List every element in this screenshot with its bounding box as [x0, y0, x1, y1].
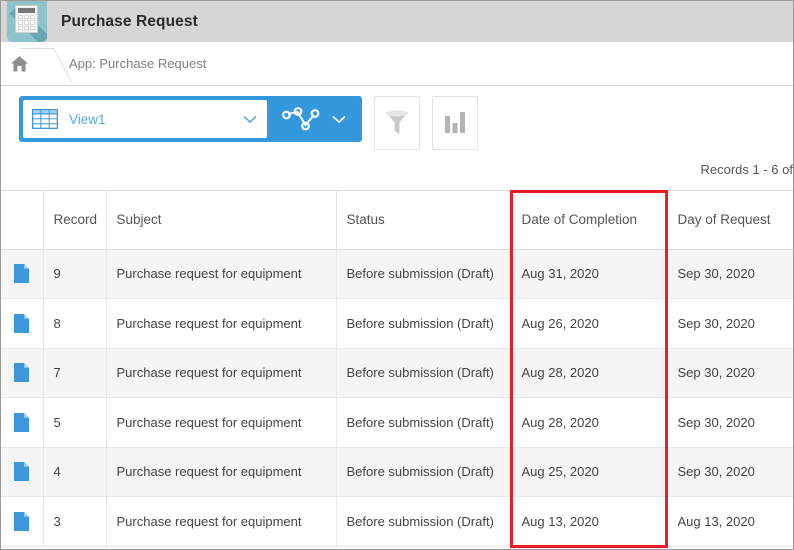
graph-view-button[interactable] — [267, 100, 358, 138]
row-document-icon-cell[interactable] — [1, 397, 44, 448]
document-icon — [14, 412, 30, 432]
cell-record: 9 — [43, 249, 107, 299]
filter-button[interactable] — [374, 96, 420, 150]
chart-button[interactable] — [432, 96, 478, 150]
cell-day-of-request: Sep 30, 2020 — [667, 298, 793, 349]
funnel-filter-icon — [386, 110, 408, 134]
cell-subject: Purchase request for equipment — [106, 298, 337, 349]
row-document-icon-cell[interactable] — [1, 348, 44, 398]
cell-subject: Purchase request for equipment — [106, 397, 337, 448]
cell-date-of-completion: Aug 31, 2020 — [511, 249, 668, 299]
app-icon — [7, 1, 51, 44]
cell-record: 3 — [43, 496, 107, 547]
records-table: Record Subject Status Date of Completion… — [1, 191, 793, 547]
cell-date-of-completion: Aug 28, 2020 — [511, 348, 668, 398]
cell-day-of-request: Sep 30, 2020 — [667, 348, 793, 398]
cell-status: Before submission (Draft) — [336, 397, 512, 448]
column-header-icon — [1, 191, 44, 250]
document-icon — [14, 511, 30, 531]
breadcrumb-path[interactable]: App: Purchase Request — [69, 56, 206, 71]
document-icon — [14, 264, 30, 284]
cell-status: Before submission (Draft) — [336, 348, 512, 398]
cell-record: 5 — [43, 397, 107, 448]
breadcrumb-separator — [37, 42, 59, 86]
cell-status: Before submission (Draft) — [336, 496, 512, 547]
calculator-icon — [15, 5, 38, 33]
records-table-wrap: Record Subject Status Date of Completion… — [1, 190, 793, 548]
bar-chart-icon — [445, 112, 465, 133]
view-select-label: View1 — [69, 111, 106, 127]
cell-date-of-completion: Aug 13, 2020 — [511, 496, 668, 547]
document-icon — [14, 462, 30, 482]
table-row[interactable]: 7 Purchase request for equipment Before su… — [1, 348, 793, 398]
node-graph-icon — [282, 106, 320, 130]
cell-day-of-request: Sep 30, 2020 — [667, 397, 793, 448]
cell-status: Before submission (Draft) — [336, 249, 512, 299]
table-header-row: Record Subject Status Date of Completion… — [1, 191, 793, 250]
title-bar: Purchase Request — [1, 1, 793, 42]
toolbar: View1 — [1, 86, 793, 152]
cell-record: 7 — [43, 348, 107, 398]
cell-subject: Purchase request for equipment — [106, 249, 337, 299]
application-window: Purchase Request App: Purchase Request V… — [0, 0, 794, 550]
row-document-icon-cell[interactable] — [1, 298, 44, 349]
cell-date-of-completion: Aug 26, 2020 — [511, 298, 668, 349]
view-select[interactable]: View1 — [23, 100, 267, 138]
table-grid-icon — [32, 109, 58, 129]
row-document-icon-cell[interactable] — [1, 496, 44, 547]
table-row[interactable]: 4 Purchase request for equipment Before su… — [1, 447, 793, 497]
cell-status: Before submission (Draft) — [336, 298, 512, 349]
table-row[interactable]: 9 Purchase request for equipment Before su… — [1, 249, 793, 299]
column-header-date-of-completion[interactable]: Date of Completion — [511, 191, 668, 250]
cell-date-of-completion: Aug 25, 2020 — [511, 447, 668, 497]
chevron-down-icon — [332, 115, 346, 123]
row-document-icon-cell[interactable] — [1, 447, 44, 497]
column-header-subject[interactable]: Subject — [106, 191, 337, 250]
cell-date-of-completion: Aug 28, 2020 — [511, 397, 668, 448]
table-body: 9 Purchase request for equipment Before su… — [1, 249, 793, 547]
cell-day-of-request: Aug 13, 2020 — [667, 496, 793, 547]
table-row[interactable]: 8 Purchase request for equipment Before su… — [1, 298, 793, 349]
cell-status: Before submission (Draft) — [336, 447, 512, 497]
column-header-record[interactable]: Record — [43, 191, 107, 250]
column-header-day-of-request[interactable]: Day of Request — [667, 191, 793, 250]
table-row[interactable]: 3 Purchase request for equipment Before su… — [1, 496, 793, 547]
cell-subject: Purchase request for equipment — [106, 447, 337, 497]
cell-day-of-request: Sep 30, 2020 — [667, 249, 793, 299]
cell-subject: Purchase request for equipment — [106, 496, 337, 547]
page-title: Purchase Request — [61, 12, 198, 30]
cell-day-of-request: Sep 30, 2020 — [667, 447, 793, 497]
document-icon — [14, 363, 30, 383]
records-count: Records 1 - 6 of — [700, 162, 794, 177]
breadcrumb: App: Purchase Request — [1, 42, 793, 86]
records-summary-bar: Records 1 - 6 of — [1, 152, 794, 190]
column-header-status[interactable]: Status — [336, 191, 512, 250]
cell-record: 8 — [43, 298, 107, 349]
chevron-down-icon — [243, 115, 257, 123]
row-document-icon-cell[interactable] — [1, 249, 44, 299]
document-icon — [14, 313, 30, 333]
table-row[interactable]: 5 Purchase request for equipment Before su… — [1, 397, 793, 448]
view-selector-group: View1 — [19, 96, 362, 142]
cell-subject: Purchase request for equipment — [106, 348, 337, 398]
cell-record: 4 — [43, 447, 107, 497]
